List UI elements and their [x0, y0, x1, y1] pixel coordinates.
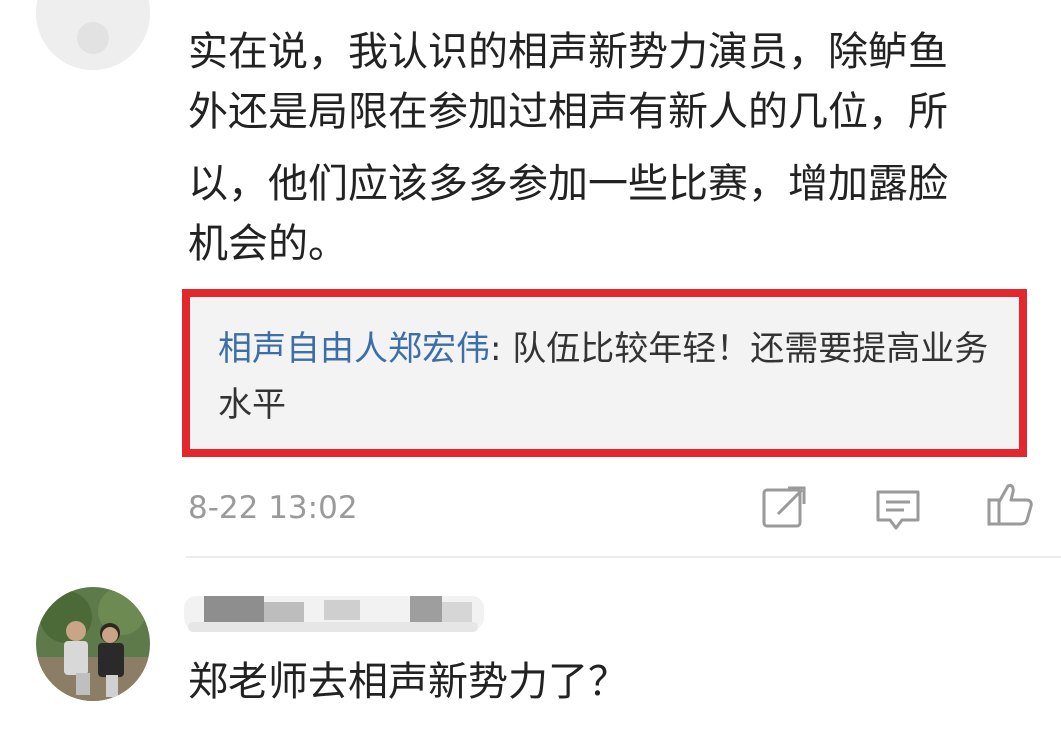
divider [186, 556, 1061, 558]
like-icon[interactable] [986, 480, 1034, 528]
reply-text: 相声自由人郑宏伟: 队伍比较年轻！还需要提高业务水平 [218, 321, 1008, 433]
comment-text-line: 以，他们应该多多参加一些比赛，增加露脸 [188, 161, 948, 207]
user-photo-avatar [36, 587, 150, 701]
share-icon[interactable] [760, 484, 808, 532]
comment-text: 郑老师去相声新势力了？ [188, 659, 628, 705]
avatar[interactable] [36, 0, 150, 70]
reply-author[interactable]: 相声自由人郑宏伟 [218, 329, 490, 369]
comment-icon[interactable] [874, 486, 922, 534]
avatar[interactable] [36, 587, 150, 701]
comment-time: 8-22 13:02 [188, 490, 358, 526]
reply-separator: : [490, 329, 513, 369]
comment-text-line: 机会的。 [188, 221, 348, 267]
comment-text-line: 外还是局限在参加过相声有新人的几位，所 [188, 89, 948, 135]
username-obscured [184, 592, 492, 636]
default-avatar-icon [36, 0, 150, 70]
comment-text-line: 实在说，我认识的相声新势力演员，除鲈鱼 [188, 29, 948, 75]
reply-box[interactable]: 相声自由人郑宏伟: 队伍比较年轻！还需要提高业务水平 [182, 289, 1027, 457]
